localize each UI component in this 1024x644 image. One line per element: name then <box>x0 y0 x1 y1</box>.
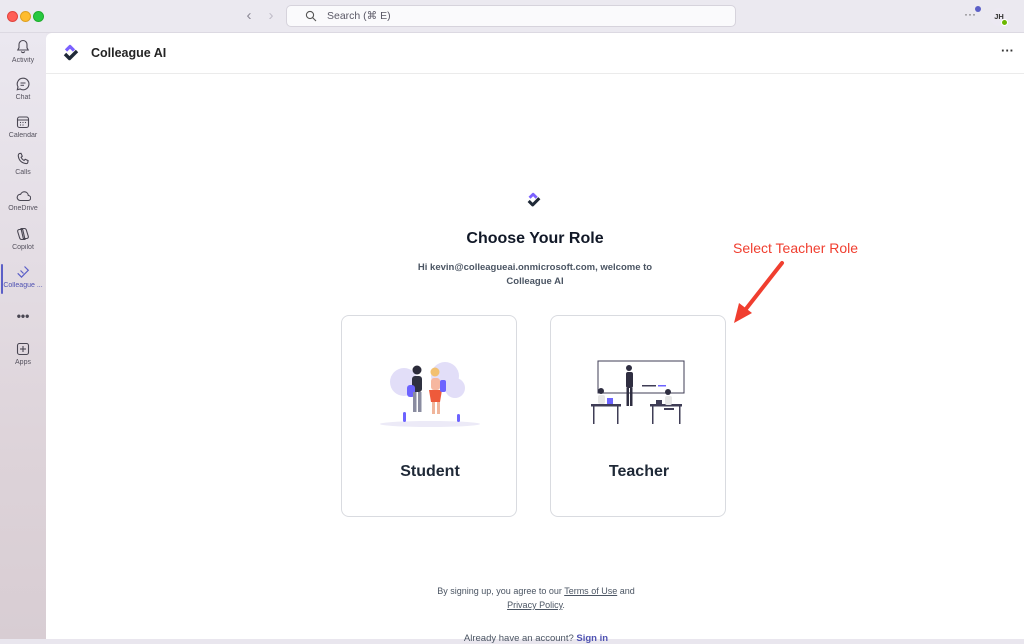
back-arrow-icon[interactable]: ‹ <box>241 8 257 24</box>
main-content: Colleague AI ··· Choose Your Role Hi kev… <box>46 33 1024 644</box>
privacy-policy-link[interactable]: Privacy Policy <box>507 600 562 610</box>
presence-status-badge <box>1001 19 1008 26</box>
terms-middle: and <box>617 586 635 596</box>
forward-arrow-icon[interactable]: › <box>263 8 279 24</box>
rail-item-activity[interactable]: Activity <box>0 39 46 64</box>
search-placeholder: Search (⌘ E) <box>327 10 391 22</box>
terms-of-use-link[interactable]: Terms of Use <box>564 586 617 596</box>
chat-icon <box>16 77 30 91</box>
rail-item-copilot[interactable]: Copilot <box>0 227 46 251</box>
app-more-button[interactable]: ··· <box>1001 43 1014 58</box>
page-title: Choose Your Role <box>466 230 604 247</box>
maximize-window-button[interactable] <box>33 11 44 22</box>
rail-label: Calendar <box>8 132 38 139</box>
app-header: Colleague AI ··· <box>46 33 1024 74</box>
rail-label: Apps <box>15 359 31 366</box>
terms-text: By signing up, you agree to our Terms of… <box>386 584 686 612</box>
rail-item-onedrive[interactable]: OneDrive <box>0 190 46 212</box>
close-window-button[interactable] <box>7 11 18 22</box>
rail-item-apps[interactable]: Apps <box>0 342 46 366</box>
student-label: Student <box>400 463 460 480</box>
more-apps-icon[interactable]: ••• <box>0 309 46 323</box>
rail-label: Copilot <box>12 244 34 251</box>
teacher-illustration <box>591 360 685 424</box>
welcome-text: Hi kevin@colleagueai.onmicrosoft.com, we… <box>417 262 653 287</box>
app-rail: Activity Chat Calendar Calls OneDrive Co… <box>0 33 46 639</box>
rail-label: Chat <box>15 94 31 101</box>
minimize-window-button[interactable] <box>20 11 31 22</box>
bell-icon <box>16 39 30 54</box>
rail-label: Activity <box>11 57 35 64</box>
student-illustration <box>380 362 480 427</box>
terms-prefix: By signing up, you agree to our <box>437 586 565 596</box>
colleague-ai-logo-icon <box>527 192 541 207</box>
student-role-card[interactable]: Student <box>341 315 517 517</box>
colleague-ai-logo-icon <box>63 44 79 61</box>
rail-label: OneDrive <box>8 205 38 212</box>
rail-item-calls[interactable]: Calls <box>0 152 46 176</box>
rail-label: Calls <box>15 169 31 176</box>
teacher-label: Teacher <box>608 463 670 480</box>
apps-plus-icon <box>16 342 30 356</box>
rail-item-chat[interactable]: Chat <box>0 77 46 101</box>
rail-item-calendar[interactable]: Calendar <box>0 115 46 139</box>
teacher-role-card[interactable]: Teacher <box>550 315 726 517</box>
window-titlebar: ‹ › Search (⌘ E) ··· JH <box>0 0 1024 33</box>
annotation-text: Select Teacher Role <box>733 240 859 256</box>
phone-icon <box>17 152 29 165</box>
calendar-icon <box>16 116 30 129</box>
notification-dot <box>975 6 981 12</box>
colleague-ai-icon <box>17 266 30 278</box>
copilot-icon <box>17 227 29 241</box>
app-title: Colleague AI <box>91 46 167 60</box>
search-icon <box>305 10 317 22</box>
rail-item-colleague-ai[interactable]: Colleague ... <box>0 265 46 289</box>
terms-suffix: . <box>562 600 565 610</box>
rail-label: Colleague ... <box>3 282 43 289</box>
cloud-icon <box>16 191 31 202</box>
search-input[interactable]: Search (⌘ E) <box>286 5 736 27</box>
annotation-arrow-icon <box>734 261 784 323</box>
